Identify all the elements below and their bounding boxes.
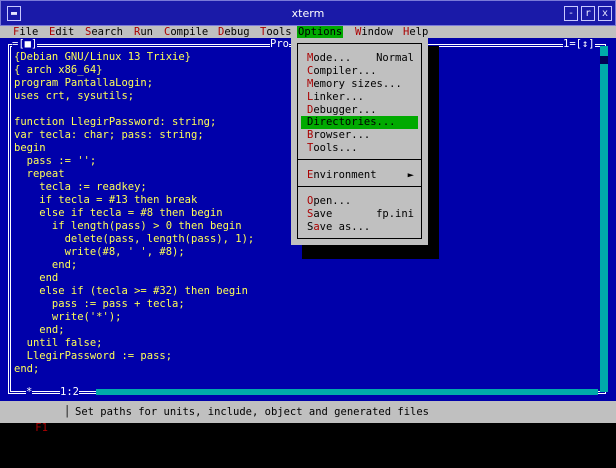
code-line[interactable]: write(#8, ' ', #8);: [14, 246, 254, 259]
menu-tools[interactable]: Tools: [259, 26, 293, 38]
code-line[interactable]: uses crt, sysutils;: [14, 90, 254, 103]
menu-item-save-as[interactable]: Save as...: [301, 221, 418, 234]
menu-run[interactable]: Run: [133, 26, 154, 38]
code-line[interactable]: LlegirPassword := pass;: [14, 350, 254, 363]
window-titlebar: xterm ▬ - r x: [0, 0, 616, 26]
code-line[interactable]: until false;: [14, 337, 254, 350]
menu-item-label: ve as...: [319, 221, 371, 233]
code-line[interactable]: else if tecla = #8 then begin: [14, 207, 254, 220]
code-line[interactable]: write('*');: [14, 311, 254, 324]
menu-item-open[interactable]: Open...: [301, 195, 418, 208]
code-line[interactable]: if tecla = #13 then break: [14, 194, 254, 207]
menu-label-rest: ptions: [304, 26, 343, 38]
code-line[interactable]: tecla := readkey;: [14, 181, 254, 194]
vertical-scroll-thumb[interactable]: [600, 56, 608, 64]
menu-compile[interactable]: Compile: [163, 26, 209, 38]
menu-item-label: nvironment: [313, 169, 377, 181]
menu-item-linker[interactable]: Linker...: [301, 91, 418, 104]
menu-file[interactable]: File: [12, 26, 39, 38]
menu-item-label: inker...: [313, 91, 364, 103]
menu-item-label: ompiler...: [313, 65, 377, 77]
code-line[interactable]: end: [14, 272, 254, 285]
menu-separator: [298, 186, 421, 187]
modified-marker: *: [26, 386, 33, 398]
menu-item-label: rowser...: [313, 129, 371, 141]
code-line[interactable]: var tecla: char; pass: string;: [14, 129, 254, 142]
code-line[interactable]: program PantallaLogin;: [14, 77, 254, 90]
code-line[interactable]: { arch x86_64}: [14, 64, 254, 77]
menu-item-compiler[interactable]: Compiler...: [301, 65, 418, 78]
menu-label-rest: ebug: [224, 26, 250, 38]
submenu-arrow-icon: ►: [407, 169, 414, 181]
window-title: xterm: [291, 7, 325, 20]
menu-item-label: pen...: [313, 195, 352, 207]
menu-help[interactable]: Help: [402, 26, 429, 38]
menu-label-rest: earch: [91, 26, 123, 38]
vertical-scrollbar[interactable]: [600, 46, 608, 392]
code-line[interactable]: pass := pass + tecla;: [14, 298, 254, 311]
menu-item-tools[interactable]: Tools...: [301, 142, 418, 155]
menu-options[interactable]: Options: [297, 26, 344, 38]
menu-item-directories[interactable]: Directories...: [301, 116, 418, 129]
menu-window[interactable]: Window: [354, 26, 394, 38]
menu-label-rest: ools: [266, 26, 292, 38]
menu-item-label: ebugger...: [313, 104, 377, 116]
maximize-button[interactable]: r: [581, 6, 595, 21]
menu-label-rest: indow: [361, 26, 393, 38]
menu-item-memory-sizes[interactable]: Memory sizes...: [301, 78, 418, 91]
status-key: F1: [35, 422, 48, 434]
minimize-button[interactable]: -: [564, 6, 578, 21]
menu-debug[interactable]: Debug: [217, 26, 251, 38]
menu-item-label: ools...: [313, 142, 358, 154]
code-line[interactable]: function LlegirPassword: string;: [14, 116, 254, 129]
editor-title: Pro: [270, 38, 289, 50]
menu-label-rest: ompile: [170, 26, 209, 38]
menu-item-hint: Normal: [376, 52, 414, 64]
help-key[interactable]: F1 Help: [10, 404, 61, 468]
code-line[interactable]: end;: [14, 363, 254, 376]
menu-label-rest: un: [140, 26, 153, 38]
status-divider: │: [64, 406, 71, 418]
menu-label-rest: dit: [55, 26, 75, 38]
menu-item-label: irectories...: [313, 116, 396, 128]
status-bar: F1 Help │ Set paths for units, include, …: [0, 401, 616, 450]
close-button[interactable]: x: [598, 6, 612, 21]
status-message: Set paths for units, include, object and…: [75, 406, 430, 418]
code-line[interactable]: {Debian GNU/Linux 13 Trixie}: [14, 51, 254, 64]
menu-label-rest: ile: [19, 26, 39, 38]
menu-item-save[interactable]: Save fp.ini: [301, 208, 418, 221]
code-line[interactable]: begin: [14, 142, 254, 155]
source-code[interactable]: {Debian GNU/Linux 13 Trixie}{ arch x86_6…: [14, 51, 254, 376]
menu-item-mode[interactable]: Mode... Normal: [301, 52, 418, 65]
cursor-position: 1:2: [60, 386, 79, 398]
code-line[interactable]: end;: [14, 324, 254, 337]
menu-label-rest: elp: [409, 26, 429, 38]
code-line[interactable]: end;: [14, 259, 254, 272]
window-menu-button[interactable]: ▬: [7, 6, 21, 21]
menu-item-label: ave: [313, 208, 333, 220]
code-line[interactable]: if length(pass) > 0 then begin: [14, 220, 254, 233]
menu-separator: [298, 159, 421, 160]
code-line[interactable]: delete(pass, length(pass), 1);: [14, 233, 255, 246]
code-line[interactable]: pass := '';: [14, 155, 254, 168]
dropdown-shadow: [302, 245, 439, 259]
menu-item-label: ode...: [313, 52, 352, 64]
menu-item-hint: fp.ini: [376, 208, 414, 220]
dropdown-shadow-side: [428, 46, 439, 259]
menu-search[interactable]: Search: [84, 26, 124, 38]
horizontal-scrollbar[interactable]: [96, 389, 598, 395]
menu-bar: File Edit Search Run Compile Debug Tools Option…: [0, 26, 616, 38]
menu-edit[interactable]: Edit: [48, 26, 75, 38]
menu-item-label: emory sizes...: [313, 78, 402, 90]
window-number-zoom[interactable]: 1=[↕]: [563, 39, 595, 50]
menu-item-environment[interactable]: Environment ►: [301, 169, 418, 182]
status-key-label: Help: [35, 438, 61, 450]
close-window-marker[interactable]: =[■]: [12, 39, 38, 50]
options-menu-dropdown: Mode... Normal Compiler... Memory sizes... L…: [291, 38, 439, 259]
menu-item-browser[interactable]: Browser...: [301, 129, 418, 142]
code-line[interactable]: [14, 103, 254, 116]
code-line[interactable]: else if (tecla >= #32) then begin: [14, 285, 254, 298]
code-line[interactable]: repeat: [14, 168, 254, 181]
